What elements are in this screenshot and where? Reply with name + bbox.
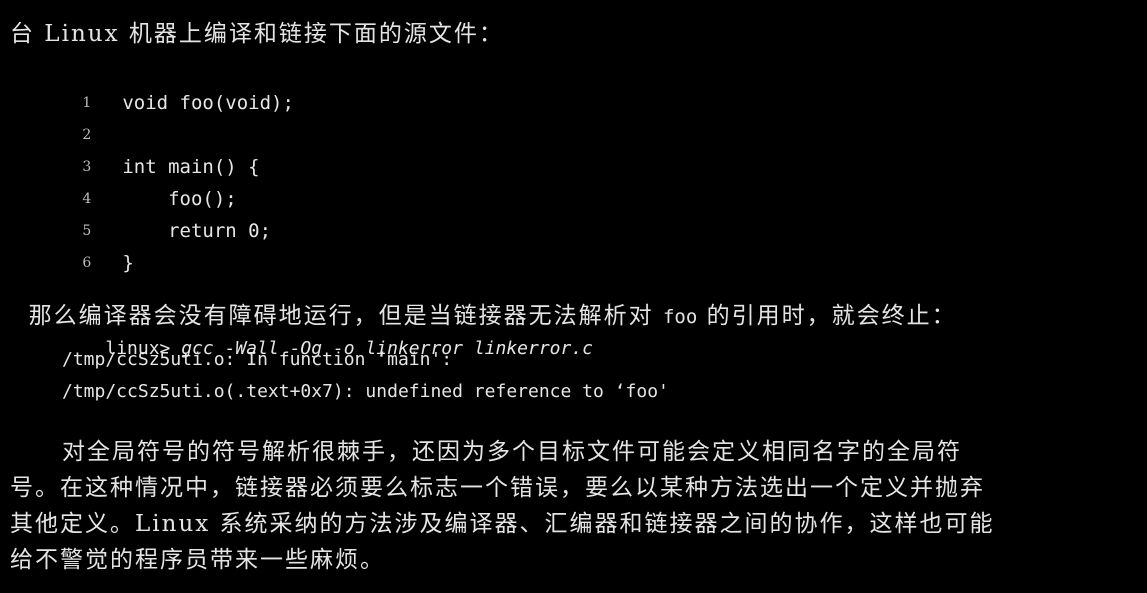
code-line: 1 void foo(void); (62, 58, 294, 114)
code-text: void foo(void); (122, 92, 294, 114)
intro-text: 台 Linux 机器上编译和链接下面的源文件： (10, 21, 504, 47)
paragraph-line: 对全局符号的符号解析很棘手，还因为多个目标文件可能会定义相同名字的全局符 (62, 439, 962, 465)
terminal-output-line: /tmp/ccSz5uti.o: In function ‘main': (62, 349, 453, 370)
paragraph-line: 号。在这种情况中，链接器必须要么标志一个错误，要么以某种方法选出一个定义并抛弃 (10, 475, 985, 501)
code-text: return 0; (122, 220, 272, 242)
paragraph-line: 给不警觉的程序员带来一些麻烦。 (10, 547, 385, 573)
code-line: 3 int main() { (62, 122, 259, 178)
code-line: 6} (62, 218, 133, 274)
code-line: 4 foo(); (62, 154, 236, 210)
code-line: 5 return 0; (62, 186, 271, 242)
middle-text-after: 的引用时，就会终止： (697, 303, 957, 329)
paragraph-line: 其他定义。Linux 系统采纳的方法涉及编译器、汇编器和链接器之间的协作，这样也… (10, 511, 995, 537)
code-line: 2 (62, 90, 122, 143)
inline-code-foo: foo (662, 306, 698, 328)
terminal-output-line: /tmp/ccSz5uti.o(.text+0x7): undefined re… (62, 381, 669, 402)
